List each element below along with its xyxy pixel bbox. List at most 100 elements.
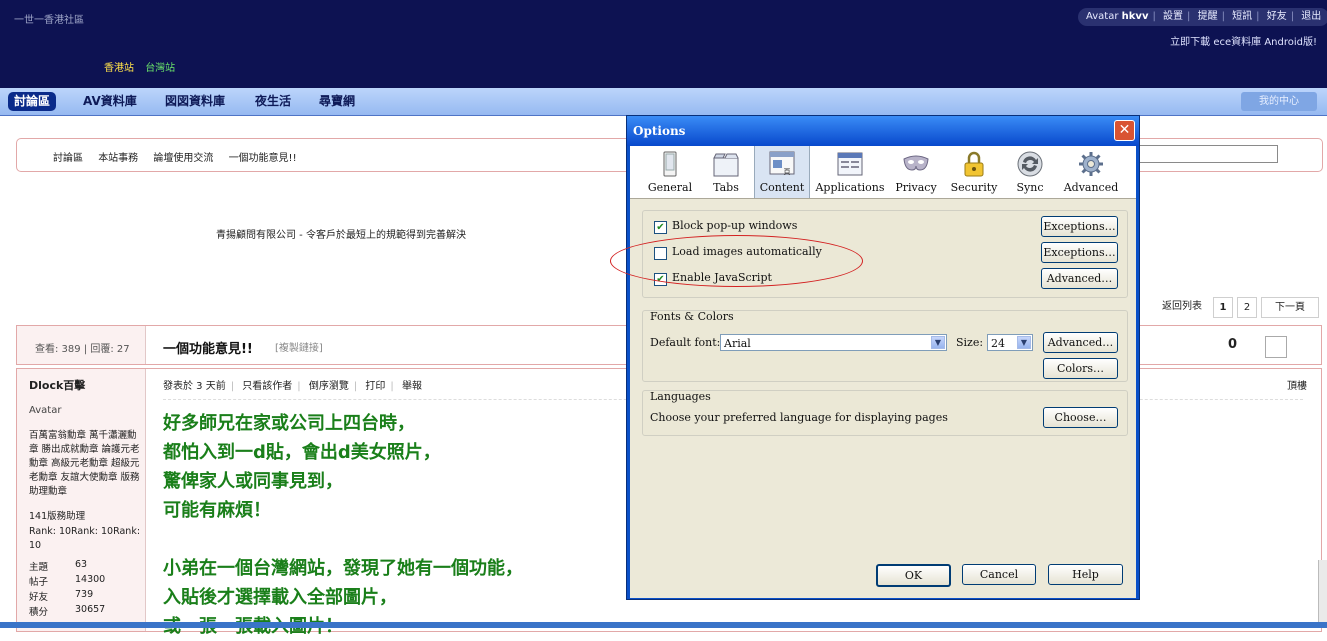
stat-row: 好友 739 [29,589,93,604]
thread-stats: 查看: 389 | 回覆: 27 [17,326,146,364]
svg-text:頁: 頁 [784,168,791,176]
images-exceptions-button[interactable]: Exceptions… [1041,242,1118,263]
page-1-button[interactable]: 1 [1213,297,1233,318]
languages-title: Languages [650,390,711,403]
tab-av-db[interactable]: AV資料庫 [83,92,137,111]
colors-button[interactable]: Colors… [1043,358,1118,379]
posted-time: 發表於 3 天前 [163,381,226,392]
author-rank: Rank: 10Rank: 10Rank: 10 [29,526,141,551]
stat-value[interactable]: 14300 [75,574,105,585]
help-button[interactable]: Help [1048,564,1123,585]
avatar-link[interactable]: Avatar [1086,11,1118,22]
pane-security[interactable]: Security [946,146,1002,198]
cancel-button[interactable]: Cancel [962,564,1036,585]
download-note[interactable]: 立即下載 ece資料庫 Android版! [1170,33,1317,48]
pane-label: Content [759,181,805,194]
pane-general[interactable]: General [642,146,698,198]
pane-applications[interactable]: Applications [814,146,886,198]
chevron-down-icon[interactable]: ▼ [931,336,945,349]
block-popups-checkbox[interactable]: ✔ [654,221,667,234]
breadcrumb-usage[interactable]: 論壇使用交流 [153,153,213,164]
author-sidebar: Dlock百擊 Avatar 百萬富翁勳章 萬千瀟灑勳章 勝出成就勳章 論護元老… [17,369,146,631]
tabs-icon [713,153,739,177]
pane-sync[interactable]: Sync [1006,146,1054,198]
forum-search-input[interactable] [1136,145,1278,163]
fonts-advanced-button[interactable]: Advanced… [1043,332,1118,353]
dialog-titlebar[interactable]: Options ✕ [627,116,1139,146]
reply-count: 0 [1227,337,1237,352]
print-link[interactable]: 打印 [365,381,385,392]
tab-forum[interactable]: 討論區 [8,92,57,111]
languages-description: Choose your preferred language for displ… [650,411,948,424]
pane-advanced[interactable]: Advanced [1058,146,1124,198]
author-only-link[interactable]: 只看該作者 [242,381,292,392]
default-font-select[interactable]: Arial ▼ [720,334,947,351]
avatar[interactable]: Avatar [29,405,61,416]
stat-label: 好友 [29,592,49,603]
stat-value[interactable]: 63 [75,559,87,570]
friends-link[interactable]: 好友 [1267,11,1287,22]
stat-row: 帖子 14300 [29,574,105,589]
pane-label: Security [950,181,998,194]
page-2-button[interactable]: 2 [1237,297,1257,318]
breadcrumb: 討論區 本站事務 論壇使用交流 一個功能意見!! [53,149,309,164]
chevron-down-icon[interactable]: ▼ [1017,336,1031,349]
block-popups-label[interactable]: Block pop-up windows [672,219,797,232]
next-page-button[interactable]: 下一頁 [1261,297,1319,318]
stat-label: 帖子 [29,577,49,588]
ok-button[interactable]: OK [876,564,951,587]
post-line: 可能有麻煩！ [163,500,271,521]
pane-label: Applications [815,181,885,194]
logout-link[interactable]: 退出 [1301,11,1321,22]
forum-header: 一世一香港社區 香港站 台灣站 Avatar hkvv | 設置 | 提醒 | 短訊 |… [0,0,1327,88]
choose-language-button[interactable]: Choose… [1043,407,1118,428]
tab-nightlife[interactable]: 夜生活 [255,92,291,111]
stat-value[interactable]: 30657 [75,604,105,615]
reverse-order-link[interactable]: 倒序瀏覽 [309,381,349,392]
stat-label: 積分 [29,607,49,618]
default-font-label: Default font: [650,336,721,349]
breadcrumb-site-affairs[interactable]: 本站事務 [98,153,138,164]
messages-link[interactable]: 短訊 [1232,11,1252,22]
scrollbar[interactable] [1318,560,1327,628]
tab-treasure[interactable]: 尋寶網 [319,92,355,111]
station-links: 香港站 台灣站 [104,59,183,74]
tab-image-db[interactable]: 図図資料庫 [165,92,225,111]
pane-tabs[interactable]: Tabs [700,146,752,198]
font-size-select[interactable]: 24 ▼ [987,334,1033,351]
font-size-value: 24 [991,337,1005,350]
close-button[interactable]: ✕ [1114,120,1135,141]
author-stats: 主題 63 帖子 14300 好友 739 積分 30657 [29,559,105,619]
author-title: 141版務助理 [29,511,86,522]
stat-value[interactable]: 739 [75,589,93,600]
stat-label: 主題 [29,562,49,573]
copy-link[interactable]: [複製鏈接] [275,339,323,354]
popup-exceptions-button[interactable]: Exceptions… [1041,216,1118,237]
pane-content[interactable]: 頁 Content [754,146,810,198]
post-body: 好多師兄在家或公司上四台時， 都怕入到一d貼，會出d美女照片， 驚俾家人或同事見… [163,409,633,641]
reminders-link[interactable]: 提醒 [1198,11,1218,22]
stat-row: 主題 63 [29,559,87,574]
my-center-button[interactable]: 我的中心 [1241,92,1317,111]
js-advanced-button[interactable]: Advanced… [1041,268,1118,289]
fonts-colors-group: Fonts & Colors Default font: Arial ▼ Siz… [642,310,1128,382]
pane-label: General [647,181,693,194]
station-hk[interactable]: 香港站 [104,63,134,74]
site-logo[interactable]: 一世一香港社區 [14,11,84,26]
dialog-body: General Tabs 頁 Content Applications Priv… [630,146,1136,598]
breadcrumb-forum[interactable]: 討論區 [53,153,83,164]
settings-link[interactable]: 設置 [1163,11,1183,22]
post-toolbar: 發表於 3 天前 | 只看該作者 | 倒序瀏覽 | 打印 | 舉報 [163,381,422,392]
back-to-list-link[interactable]: 返回列表 [1156,297,1208,316]
post-line: 驚俾家人或同事見到， [163,471,343,492]
pane-label: Privacy [895,181,937,194]
username-link[interactable]: hkvv [1122,11,1149,22]
reply-checkbox[interactable] [1265,336,1287,358]
pane-privacy[interactable]: Privacy [890,146,942,198]
author-name[interactable]: Dlock百擊 [29,377,85,393]
languages-group: Languages Choose your preferred language… [642,390,1128,436]
ad-banner-text[interactable]: 青揚顧問有限公司 - 令客戶於最短上的規範得到完善解決 [216,226,466,241]
post-line: 入貼後才選擇載入全部圖片， [163,587,397,608]
station-tw[interactable]: 台灣站 [145,63,175,74]
report-link[interactable]: 舉報 [402,381,422,392]
